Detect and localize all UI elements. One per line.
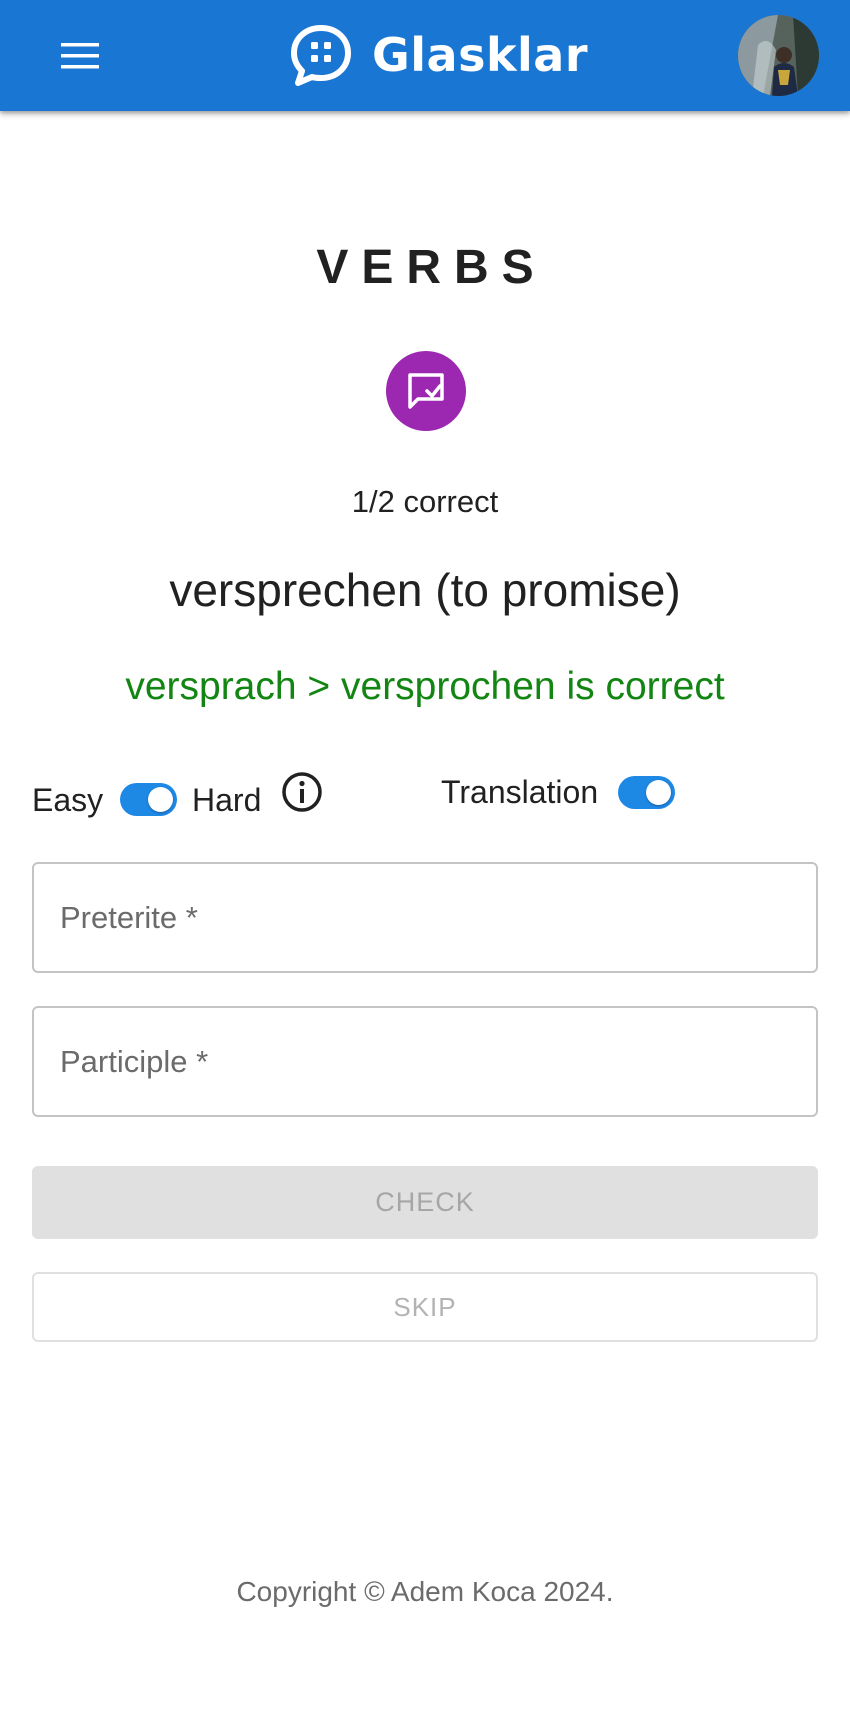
page-title: VERBS [316,241,547,294]
exercise-badge [386,351,466,431]
menu-icon [61,43,99,69]
avatar-photo [738,15,819,96]
translation-toggle[interactable] [618,776,675,809]
participle-field[interactable] [32,1006,818,1117]
verb-prompt: versprechen (to promise) [169,564,681,616]
copyright-footer: Copyright © Adem Koca 2024. [236,1576,614,1607]
brand-name: Glasklar [372,28,589,82]
hard-label: Hard [192,782,262,818]
score-text: 1/2 correct [351,484,499,519]
menu-button[interactable] [52,30,108,82]
user-avatar[interactable] [738,15,819,96]
app-bar: Glasklar [0,0,850,111]
feedback-message: versprach > versprochen is correct [125,665,725,708]
difficulty-toggle[interactable] [120,783,177,816]
preterite-input[interactable] [34,864,816,971]
info-button[interactable] [280,770,324,814]
message-check-icon [408,373,444,409]
brand-link[interactable]: Glasklar [288,22,588,88]
chat-dots-logo-icon [291,25,351,86]
difficulty-toggle-thumb [148,787,173,812]
translation-label: Translation [441,774,599,810]
translation-toggle-thumb [646,780,671,805]
easy-label: Easy [32,782,104,818]
info-icon [282,772,322,812]
check-button[interactable]: CHECK [32,1166,818,1239]
skip-button[interactable]: SKIP [32,1272,818,1342]
preterite-field[interactable] [32,862,818,973]
settings-row: Easy Hard Translation [32,770,822,830]
participle-input[interactable] [34,1008,816,1115]
